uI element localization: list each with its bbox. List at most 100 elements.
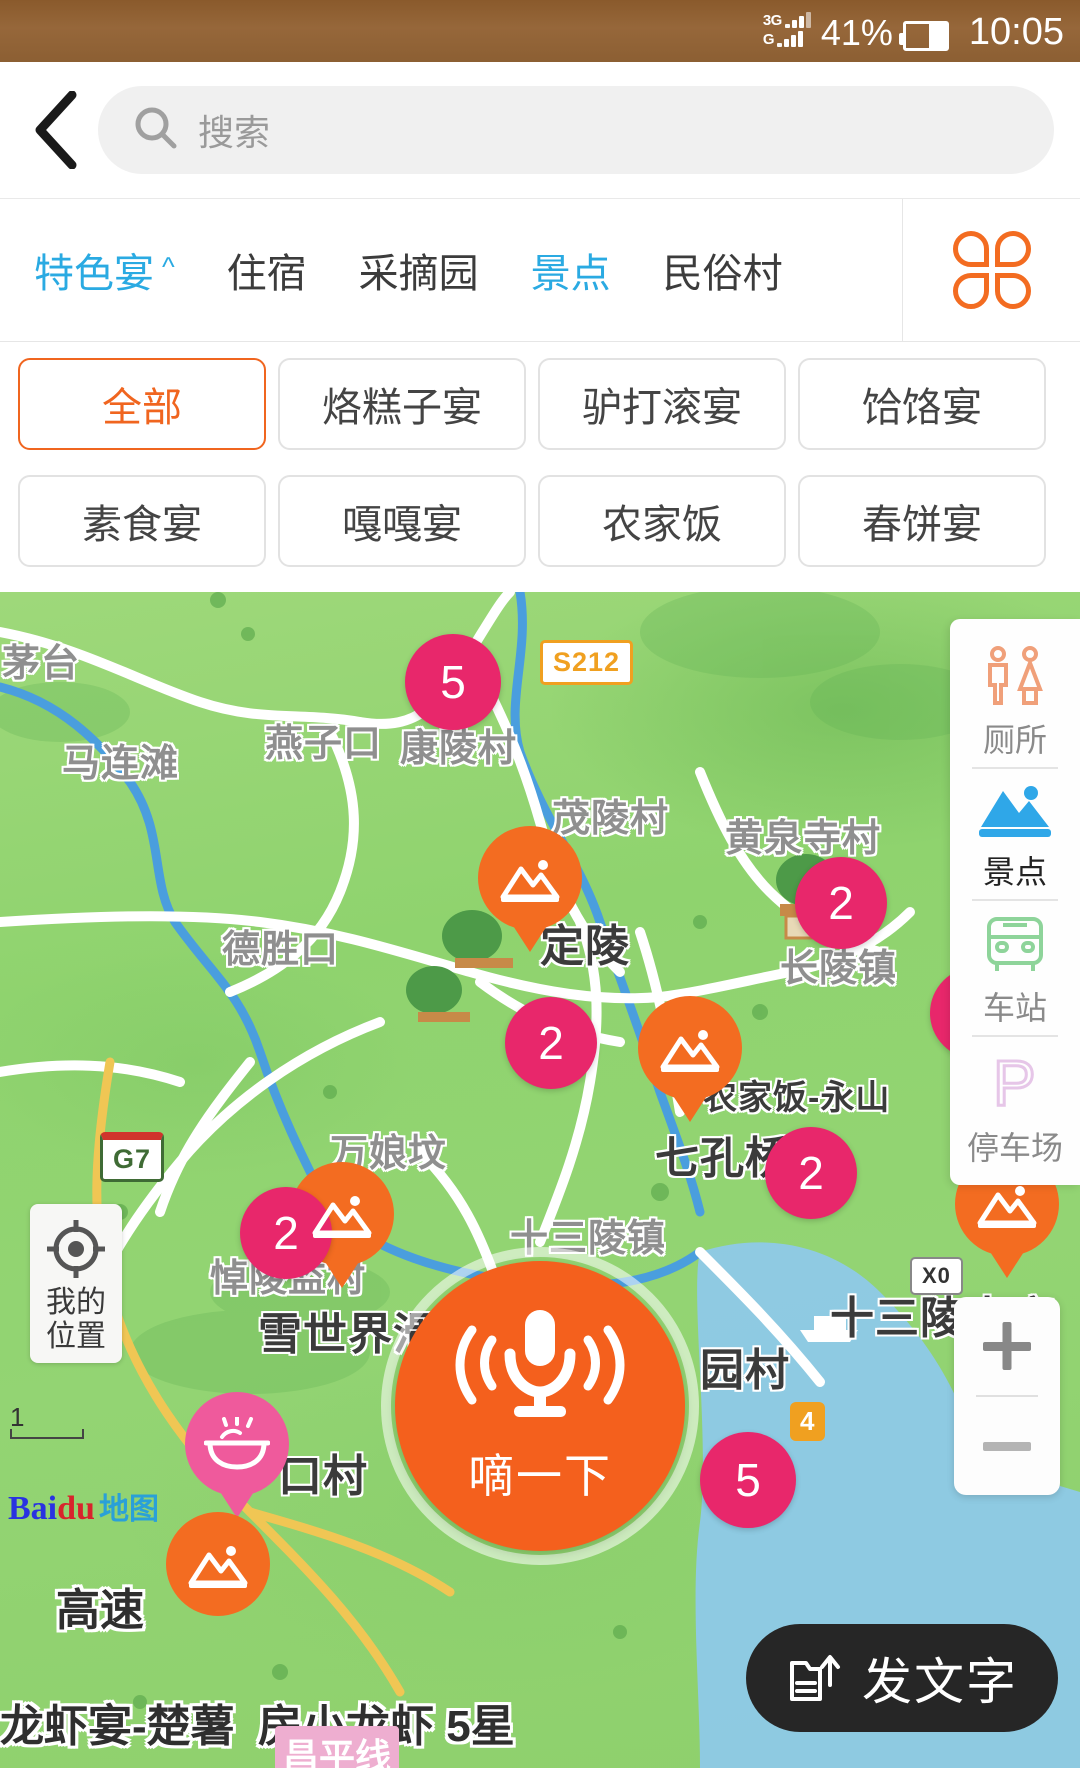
- network-type-g: G: [762, 30, 775, 48]
- map-attribution: Baidu 地图: [8, 1484, 159, 1528]
- chip-label: 烙糕子宴: [322, 386, 482, 430]
- tab-label: 特色宴: [34, 252, 154, 296]
- crosshair-icon: [47, 1220, 105, 1278]
- map-pin-scenic[interactable]: [478, 826, 582, 930]
- tab-jingdian[interactable]: 景点: [505, 241, 637, 299]
- upload-doc-icon: [790, 1655, 840, 1701]
- chip-label: 嘎嘎宴: [342, 503, 462, 547]
- tab-label: 景点: [530, 252, 611, 296]
- map-pin-scenic[interactable]: [166, 1512, 270, 1616]
- minus-icon: [983, 1441, 1031, 1451]
- my-location-label: 我的 位置: [46, 1286, 106, 1353]
- map-cluster-bubble[interactable]: 5: [405, 634, 501, 730]
- chip-label: 农家饭: [602, 503, 722, 547]
- chip-nongjiafan[interactable]: 农家饭: [538, 475, 786, 567]
- battery-percent: 41%: [820, 11, 893, 53]
- network-type-3g: 3G: [762, 11, 783, 29]
- map-cluster-bubble[interactable]: 2: [505, 997, 597, 1089]
- map-cluster-bubble[interactable]: 2: [795, 857, 887, 949]
- status-clock: 10:05: [968, 10, 1064, 53]
- search-input[interactable]: 搜索: [98, 86, 1054, 174]
- baidu-logo: Baidu: [8, 1490, 95, 1528]
- my-location-line1: 我的: [46, 1286, 106, 1319]
- map-scale-bar: 1: [10, 1402, 84, 1439]
- chip-sushiyan[interactable]: 素食宴: [18, 475, 266, 567]
- app-root: 3G G 41% 10:05 搜索 特色宴 ^ 住宿 采摘园 景点 民俗村 全部…: [0, 0, 1080, 1768]
- search-placeholder: 搜索: [198, 112, 271, 153]
- svg-text:P: P: [993, 1049, 1036, 1115]
- tab-tese-yan[interactable]: 特色宴 ^: [8, 241, 201, 299]
- four-petal-grid-icon: [952, 231, 1031, 309]
- plus-icon: [983, 1341, 1031, 1351]
- map-legend-panel: 厕所 景点 车站 P 停车场: [950, 619, 1080, 1185]
- chip-label: 全部: [102, 386, 182, 430]
- voice-search-button[interactable]: 嘀一下: [381, 1247, 699, 1565]
- chip-gagayan[interactable]: 嘎嘎宴: [278, 475, 526, 567]
- scenic-mountain-icon: [660, 1030, 720, 1072]
- status-bar-right: 3G G 41% 10:05: [762, 10, 1064, 53]
- legend-label: 景点: [982, 854, 1047, 890]
- chip-chunbingyan[interactable]: 春饼宴: [798, 475, 1046, 567]
- legend-item-toilet[interactable]: 厕所: [950, 633, 1080, 767]
- legend-item-parking[interactable]: P 停车场: [950, 1037, 1080, 1175]
- legend-label: 车站: [982, 990, 1047, 1026]
- map-cluster-bubble[interactable]: 2: [765, 1127, 857, 1219]
- chip-lvdagunyan[interactable]: 驴打滚宴: [538, 358, 786, 450]
- scale-bar-line: [10, 1429, 84, 1439]
- zoom-out-button[interactable]: [954, 1397, 1060, 1495]
- baidu-logo-du: du: [57, 1490, 95, 1527]
- chip-heleyan[interactable]: 饸饹宴: [798, 358, 1046, 450]
- legend-item-station[interactable]: 车站: [950, 901, 1080, 1035]
- voice-button-core[interactable]: 嘀一下: [395, 1261, 685, 1551]
- tab-zhusu[interactable]: 住宿: [201, 241, 333, 299]
- chip-laogaoziyan[interactable]: 烙糕子宴: [278, 358, 526, 450]
- my-location-line2: 位置: [46, 1319, 106, 1353]
- chip-quanbu[interactable]: 全部: [18, 358, 266, 450]
- map-marker-layer: 5 2 2 2 2 5 2: [0, 592, 1080, 1768]
- scenic-mountain-icon: [500, 860, 560, 902]
- noodle-bowl-icon: [204, 1417, 270, 1470]
- legend-label: 停车场: [966, 1130, 1063, 1166]
- tab-caizhaiyuan[interactable]: 采摘园: [333, 241, 505, 299]
- map-zoom-controls: [954, 1297, 1060, 1495]
- legend-item-scenic[interactable]: 景点: [950, 769, 1080, 899]
- microphone-icon: [455, 1310, 625, 1417]
- status-bar: 3G G 41% 10:05: [0, 0, 1080, 62]
- chip-label: 驴打滚宴: [582, 386, 742, 430]
- chip-label: 春饼宴: [862, 503, 982, 547]
- scenic-mountain-icon: [188, 1546, 248, 1588]
- toilet-icon: [988, 646, 1043, 705]
- send-text-button[interactable]: 发文字: [746, 1624, 1058, 1732]
- baidu-logo-bai: Bai: [8, 1490, 58, 1527]
- map-pin-restaurant[interactable]: [185, 1392, 289, 1496]
- chip-label: 素食宴: [82, 503, 202, 547]
- legend-label: 厕所: [982, 722, 1047, 758]
- battery-icon: [898, 20, 949, 51]
- map-pin-scenic[interactable]: [638, 996, 742, 1100]
- scenic-mountain-icon: [979, 786, 1051, 837]
- my-location-button[interactable]: 我的 位置: [30, 1204, 122, 1364]
- parking-p-icon: P: [992, 1049, 1038, 1115]
- back-chevron-icon: [35, 91, 77, 169]
- category-tabs: 特色宴 ^ 住宿 采摘园 景点 民俗村: [0, 199, 902, 341]
- chip-label: 饸饹宴: [862, 386, 982, 430]
- bus-icon: [987, 917, 1043, 971]
- search-icon: [132, 104, 180, 157]
- send-text-label: 发文字: [862, 1654, 1018, 1710]
- map-cluster-bubble[interactable]: 5: [700, 1432, 796, 1528]
- tab-minsucun[interactable]: 民俗村: [637, 241, 809, 299]
- search-bar: 搜索: [0, 62, 1080, 199]
- baidu-map-text: 地图: [98, 1493, 159, 1526]
- map-scale-value: 1: [10, 1402, 25, 1432]
- tab-label: 采摘园: [358, 252, 479, 296]
- back-button[interactable]: [18, 85, 92, 175]
- voice-button-label: 嘀一下: [468, 1450, 612, 1502]
- filter-chip-list: 全部 烙糕子宴 驴打滚宴 饸饹宴 素食宴 嘎嘎宴 农家饭 春饼宴: [0, 342, 1080, 592]
- signal-bars-secondary-icon: [777, 30, 803, 47]
- grid-menu-button[interactable]: [902, 199, 1080, 341]
- tab-label: 民俗村: [662, 252, 783, 296]
- zoom-in-button[interactable]: [954, 1297, 1060, 1395]
- category-tabs-bar: 特色宴 ^ 住宿 采摘园 景点 民俗村: [0, 199, 1080, 342]
- map-canvas[interactable]: 茅台 马连滩 燕子口 康陵村 茂陵村 黄泉寺村 德胜口 定陵 长陵镇 万娘坟 七…: [0, 592, 1080, 1768]
- scenic-mountain-icon: [977, 1186, 1037, 1228]
